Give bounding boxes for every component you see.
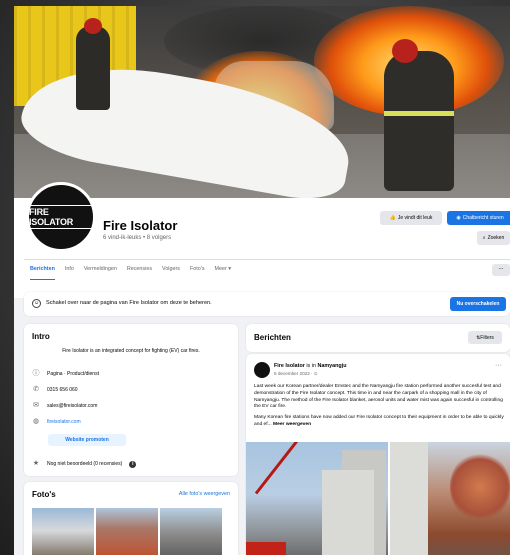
- header-divider: [24, 259, 510, 260]
- all-photos-link[interactable]: Alle foto's weergeven: [179, 491, 230, 497]
- tab-fotos[interactable]: Foto's: [190, 266, 205, 280]
- messenger-icon: ◉: [456, 215, 461, 221]
- thumbs-up-icon: 👍: [389, 215, 396, 221]
- post-location[interactable]: Namyangju: [317, 363, 346, 369]
- promote-website-button[interactable]: Website promoten: [48, 434, 126, 446]
- info-icon: ⓘ: [32, 370, 40, 377]
- photos-card: Foto's Alle foto's weergeven: [24, 482, 238, 555]
- like-button[interactable]: 👍 Je vindt dit leuk: [380, 211, 442, 225]
- post-paragraph: Last week our Korean partner/dealer Emst…: [254, 384, 503, 410]
- post-photo[interactable]: [390, 442, 510, 555]
- tab-berichten[interactable]: Berichten: [30, 266, 55, 280]
- tab-meer[interactable]: Meer ▾: [215, 266, 232, 280]
- rating-info-icon[interactable]: i: [129, 460, 137, 468]
- phone-row: ✆ 0315 656 060: [33, 386, 78, 393]
- star-icon: ★: [32, 460, 40, 467]
- post-body: Last week our Korean partner/dealer Emst…: [254, 384, 504, 433]
- firefighter-left: [76, 18, 110, 110]
- switch-profile-banner: ☺ Schakel over naar de pagina van Fire I…: [24, 292, 510, 316]
- page-tabs: Berichten Info Vermeldingen Recensies Vo…: [30, 266, 231, 280]
- phone-icon: ✆: [33, 386, 39, 393]
- tab-recensies[interactable]: Recensies: [127, 266, 152, 280]
- cover-photo[interactable]: [14, 6, 510, 198]
- page-avatar[interactable]: FIRE ISOLATOR: [26, 182, 96, 252]
- post-date[interactable]: 5 december 2022 · ⊙: [274, 371, 318, 377]
- email-row: ✉ sales@fireisolator.com: [33, 402, 98, 409]
- intro-card: Intro Fire Isolator is an integrated con…: [24, 324, 238, 476]
- category-row: ⓘ Pagina · Product/dienst: [32, 370, 99, 377]
- posts-title: Berichten: [254, 333, 291, 342]
- intro-title: Intro: [32, 332, 50, 341]
- search-icon: ⌕: [482, 235, 486, 241]
- post-paragraph: Many Korean fire stations have now added…: [254, 415, 504, 427]
- photo-thumbnail[interactable]: [96, 508, 158, 555]
- website-row[interactable]: ◍ fireisolator.com: [32, 418, 81, 426]
- photo-thumbnail[interactable]: [32, 508, 94, 555]
- firefighter-right: [384, 39, 454, 191]
- tab-vermeldingen[interactable]: Vermeldingen: [84, 266, 117, 280]
- photos-title: Foto's: [32, 490, 56, 499]
- post-card: Fire Isolator is in Namyangju 5 december…: [246, 354, 510, 555]
- post-author-avatar[interactable]: [254, 362, 270, 378]
- photo-thumbnail[interactable]: [160, 508, 222, 555]
- logo-text: FIRE ISOLATOR: [29, 205, 93, 229]
- filters-button[interactable]: ⇅ Filters: [468, 331, 502, 344]
- fire-truck-ladder: [254, 442, 301, 495]
- page-header: FIRE ISOLATOR Fire Isolator 6 vind-ik-le…: [14, 182, 510, 298]
- see-more-link[interactable]: Meer weergeven: [273, 422, 311, 427]
- tab-volgers[interactable]: Volgers: [162, 266, 180, 280]
- post-author-name[interactable]: Fire Isolator: [274, 363, 305, 369]
- intro-description: Fire Isolator is an integrated concept f…: [62, 348, 200, 354]
- post-photo[interactable]: [246, 442, 388, 555]
- search-button[interactable]: ⌕ Zoeken: [477, 231, 510, 245]
- switch-now-button[interactable]: Nu overschakelen: [450, 297, 506, 311]
- posts-header-card: Berichten ⇅ Filters: [246, 324, 510, 352]
- post-author-line: Fire Isolator is in Namyangju: [274, 363, 347, 369]
- facebook-page-frame: FIRE ISOLATOR Fire Isolator 6 vind-ik-le…: [14, 6, 510, 555]
- message-button[interactable]: ◉ Chatbericht sturen: [447, 211, 510, 225]
- globe-icon: ◍: [32, 418, 40, 425]
- switch-banner-text: Schakel over naar de pagina van Fire Iso…: [46, 300, 212, 306]
- post-options-icon[interactable]: ···: [495, 362, 502, 369]
- tab-info[interactable]: Info: [65, 266, 74, 280]
- mail-icon: ✉: [33, 402, 39, 409]
- more-options-button[interactable]: ...: [492, 264, 510, 276]
- fire-truck: [246, 542, 286, 555]
- page-stats[interactable]: 6 vind-ik-leuks • 8 volgers: [103, 235, 171, 241]
- rating-row: ★ Nog niet beoordeeld (0 recensies) i: [32, 460, 137, 468]
- page-title[interactable]: Fire Isolator: [103, 218, 177, 233]
- switch-profile-icon: ☺: [32, 299, 41, 308]
